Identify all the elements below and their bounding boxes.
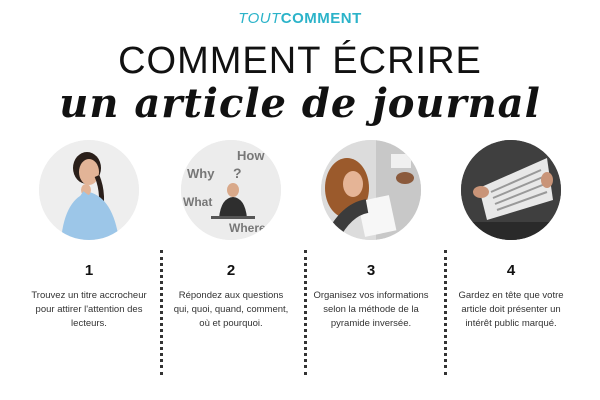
word-where: Where <box>229 221 266 235</box>
thinking-woman-image <box>39 140 139 240</box>
title-line-1: COMMENT ÉCRIRE <box>118 40 482 82</box>
logo-part-tout: TOUT <box>238 10 281 27</box>
word-what: What <box>183 195 212 209</box>
questions-man-image: How Why ? What Where <box>181 140 281 240</box>
dotted-divider-1 <box>160 250 163 375</box>
step-1: 1 Trouvez un titre accrocheur pour attir… <box>24 140 154 331</box>
step-4-text: Gardez en tête que votre article doit pr… <box>458 290 564 329</box>
step-2-photo: How Why ? What Where <box>181 140 281 240</box>
word-question-mark: ? <box>233 165 242 181</box>
step-1-text: Trouvez un titre accrocheur pour attirer… <box>31 290 147 329</box>
step-4-photo <box>461 140 561 240</box>
step-2-text: Répondez aux questions qui, quoi, quand,… <box>173 290 289 329</box>
title-line-2: un article de journal <box>59 80 541 127</box>
step-2-number: 2 <box>226 262 236 279</box>
newspaper-reader-image <box>461 140 561 240</box>
steps-row: 1 Trouvez un titre accrocheur pour attir… <box>0 140 600 380</box>
logo-part-comment: COMMENT <box>280 10 362 27</box>
woman-writing-image <box>321 140 421 240</box>
word-why: Why <box>187 166 215 181</box>
step-1-photo <box>39 140 139 240</box>
step-1-number: 1 <box>84 262 94 279</box>
step-3-photo <box>321 140 421 240</box>
logo: TOUTCOMMENT <box>0 10 600 27</box>
step-3: 3 Organisez vos informations selon la mé… <box>306 140 436 331</box>
step-3-number: 3 <box>366 262 376 279</box>
word-how: How <box>237 148 265 163</box>
step-4-number: 4 <box>506 262 516 279</box>
step-4: 4 Gardez en tête que votre article doit … <box>446 140 576 331</box>
step-3-text: Organisez vos informations selon la méth… <box>313 290 429 329</box>
step-2: How Why ? What Where 2 Répondez aux ques… <box>166 140 296 331</box>
